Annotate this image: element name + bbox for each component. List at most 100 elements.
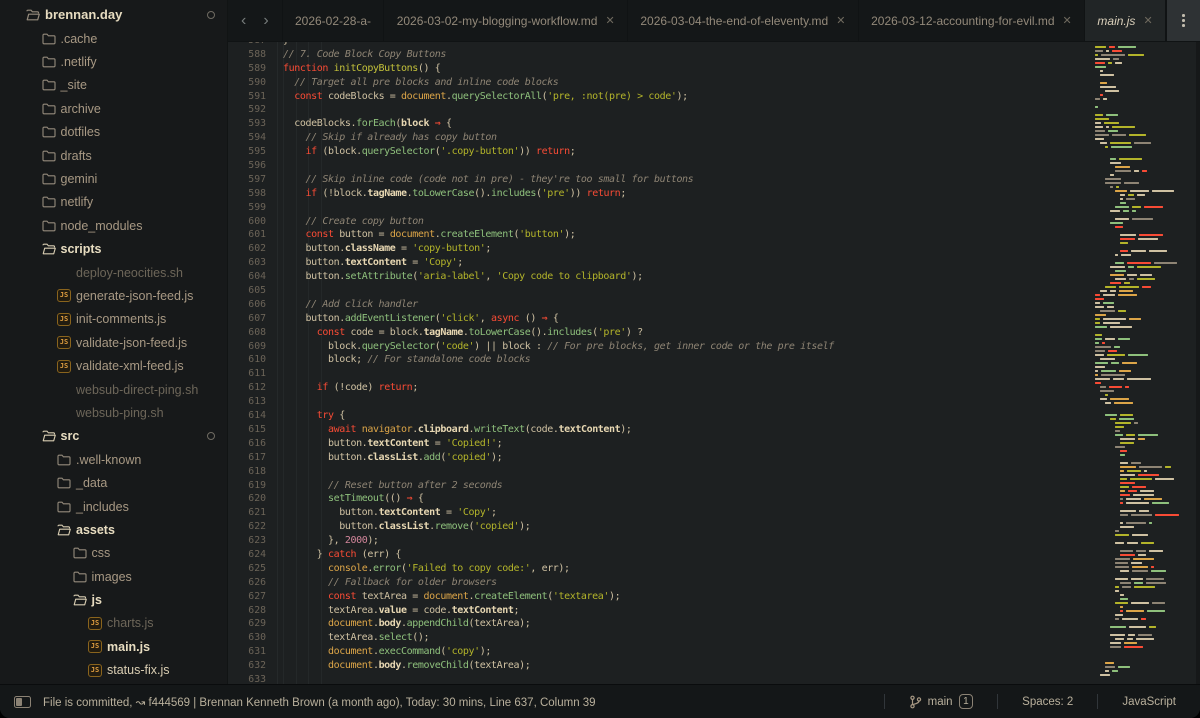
tree-item-label: websub-direct-ping.sh — [76, 383, 198, 397]
line-number: 628 — [228, 604, 266, 618]
folder-icon — [57, 476, 71, 490]
tree-item-node_modules[interactable]: node_modules — [0, 214, 227, 237]
code-line-594: 594 // Skip if already has copy button — [228, 131, 1090, 145]
navigate-forward-icon[interactable]: › — [263, 13, 268, 29]
tree-item-label: generate-json-feed.js — [76, 289, 193, 303]
line-number: 599 — [228, 201, 266, 215]
tree-item-drafts[interactable]: drafts — [0, 144, 227, 167]
folder-icon — [42, 102, 56, 116]
folder-open-icon — [42, 242, 56, 256]
tree-item-validate-xml-feed.js[interactable]: JS validate-xml-feed.js — [0, 354, 227, 377]
folder-icon — [42, 32, 56, 46]
line-number: 588 — [228, 48, 266, 62]
code-line-609: 609 block.querySelector('code') || block… — [228, 340, 1090, 354]
code-line-590: 590 // Target all pre blocks and inline … — [228, 76, 1090, 90]
toggle-left-dock-icon[interactable] — [14, 696, 31, 708]
tree-item-websub-ping.sh[interactable]: websub-ping.sh — [0, 401, 227, 424]
line-number: 633 — [228, 673, 266, 684]
tab-2026-02-28-a-[interactable]: 2026-02-28-a- — [282, 0, 385, 41]
line-number: 597 — [228, 173, 266, 187]
kebab-dot — [1182, 19, 1185, 22]
tree-item-.cache[interactable]: .cache — [0, 27, 227, 50]
minimap[interactable] — [1090, 42, 1200, 684]
line-number: 603 — [228, 256, 266, 270]
close-tab-icon[interactable]: ✕ — [1143, 14, 1152, 27]
folder-open-icon — [42, 429, 56, 443]
indentation-setting[interactable]: Spaces: 2 — [998, 696, 1097, 708]
tree-item-gemini[interactable]: gemini — [0, 167, 227, 190]
tree-item-label: gemini — [61, 172, 98, 186]
line-number: 620 — [228, 492, 266, 506]
tab-main.js[interactable]: main.js✕ — [1085, 0, 1166, 41]
line-number: 610 — [228, 353, 266, 367]
tree-item-label: websub-ping.sh — [76, 406, 164, 420]
navigate-back-icon[interactable]: ‹ — [241, 13, 246, 29]
tree-item-images[interactable]: images — [0, 565, 227, 588]
tree-item-netlify[interactable]: netlify — [0, 191, 227, 214]
tree-item-label: validate-xml-feed.js — [76, 359, 184, 373]
tree-item-validate-json-feed.js[interactable]: JSvalidate-json-feed.js — [0, 331, 227, 354]
tree-item-archive[interactable]: archive — [0, 97, 227, 120]
tree-item-label: status-fix.js — [107, 663, 170, 677]
project-root-label: brennan.day — [45, 7, 122, 22]
project-root-row[interactable]: brennan.day — [0, 2, 227, 27]
line-number: 593 — [228, 117, 266, 131]
tree-item-charts.js[interactable]: JScharts.js — [0, 612, 227, 635]
tab-2026-03-02-my-blogging-workflow.md[interactable]: 2026-03-02-my-blogging-workflow.md✕ — [384, 0, 628, 41]
tree-item-label: .cache — [61, 32, 98, 46]
line-number: 592 — [228, 103, 266, 117]
tree-item-css[interactable]: css — [0, 542, 227, 565]
tree-item-label: images — [92, 570, 132, 584]
file-icon-spacer — [57, 266, 71, 280]
tree-item-scripts[interactable]: scripts — [0, 238, 227, 261]
line-number: 606 — [228, 298, 266, 312]
tree-item-assets[interactable]: assets — [0, 518, 227, 541]
javascript-icon: JS — [57, 359, 71, 373]
close-tab-icon[interactable]: ✕ — [1063, 14, 1072, 27]
close-tab-icon[interactable]: ✕ — [836, 14, 845, 27]
tree-item-label: assets — [76, 523, 115, 537]
tree-item-.well-known[interactable]: .well-known — [0, 448, 227, 471]
line-number: 613 — [228, 395, 266, 409]
tree-item-main.js[interactable]: JSmain.js — [0, 635, 227, 658]
language-selector[interactable]: JavaScript — [1098, 696, 1200, 708]
tab-2026-03-04-the-end-of-eleventy.md[interactable]: 2026-03-04-the-end-of-eleventy.md✕ — [628, 0, 859, 41]
line-number: 616 — [228, 437, 266, 451]
code-line-593: 593 codeBlocks.forEach(block ⇒ { — [228, 117, 1090, 131]
line-number: 611 — [228, 367, 266, 381]
tree-item-js[interactable]: js — [0, 588, 227, 611]
line-number: 618 — [228, 465, 266, 479]
line-number: 590 — [228, 76, 266, 90]
code-line-607: 607 button.addEventListener('click', asy… — [228, 312, 1090, 326]
code-line-620: 620 setTimeout(() ⇒ { — [228, 492, 1090, 506]
tree-item-_data[interactable]: _data — [0, 471, 227, 494]
tree-item-_site[interactable]: _site — [0, 74, 227, 97]
tree-item-.netlify[interactable]: .netlify — [0, 50, 227, 73]
folder-icon — [42, 78, 56, 92]
tab-2026-03-12-accounting-for-evil.md[interactable]: 2026-03-12-accounting-for-evil.md✕ — [859, 0, 1085, 41]
code-editor[interactable]: 587}588// 7. Code Block Copy Buttons589f… — [228, 42, 1090, 684]
tree-item-websub-direct-ping.sh[interactable]: websub-direct-ping.sh — [0, 378, 227, 401]
code-line-621: 621 button.textContent = 'Copy'; — [228, 506, 1090, 520]
line-number: 615 — [228, 423, 266, 437]
tree-item-generate-json-feed.js[interactable]: JSgenerate-json-feed.js — [0, 284, 227, 307]
tree-item-_includes[interactable]: _includes — [0, 495, 227, 518]
tree-item-deploy-neocities.sh[interactable]: deploy-neocities.sh — [0, 261, 227, 284]
git-branch-selector[interactable]: main 1 — [885, 694, 998, 709]
code-line-606: 606 // Add click handler — [228, 298, 1090, 312]
progress-ring-icon — [207, 11, 215, 19]
close-tab-icon[interactable]: ✕ — [605, 14, 614, 27]
folder-icon — [42, 219, 56, 233]
kebab-dot — [1182, 14, 1185, 17]
tree-item-label: validate-json-feed.js — [76, 336, 187, 350]
code-line-622: 622 button.classList.remove('copied'); — [228, 520, 1090, 534]
tab-overflow-menu-button[interactable] — [1166, 0, 1200, 41]
tree-item-dotfiles[interactable]: dotfiles — [0, 121, 227, 144]
line-number: 629 — [228, 617, 266, 631]
tree-item-init-comments.js[interactable]: JSinit-comments.js — [0, 308, 227, 331]
line-number: 612 — [228, 381, 266, 395]
code-line-596: 596 — [228, 159, 1090, 173]
tree-item-status-fix.js[interactable]: JSstatus-fix.js — [0, 659, 227, 682]
code-line-618: 618 — [228, 465, 1090, 479]
tree-item-src[interactable]: src — [0, 425, 227, 448]
